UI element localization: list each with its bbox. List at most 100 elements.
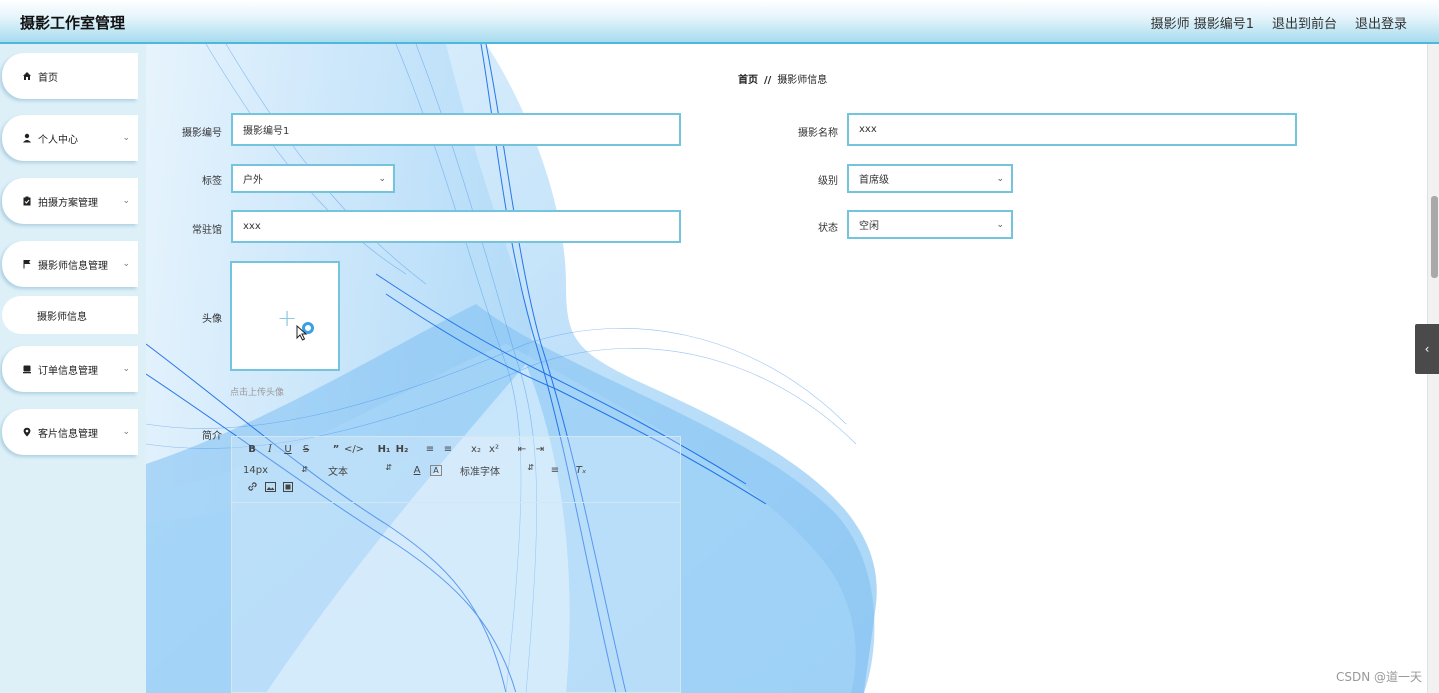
photographer-name-label: 摄影名称 — [798, 128, 838, 139]
text-type-value: 文本 — [328, 467, 348, 478]
current-user-label: 摄影师 摄影编号1 — [1150, 17, 1254, 32]
code-block-icon[interactable]: </> — [344, 444, 364, 455]
updown-arrow-icon: ⇵ — [527, 463, 534, 472]
logout-link[interactable]: 退出登录 — [1355, 13, 1407, 32]
sidebar-item-label: 拍摄方案管理 — [38, 197, 98, 209]
heading-2-icon[interactable]: H₂ — [393, 444, 411, 455]
font-size-select[interactable]: 14px ⇵ — [243, 465, 308, 476]
updown-arrow-icon: ⇵ — [301, 465, 308, 474]
blockquote-icon[interactable]: ” — [327, 444, 345, 455]
clipboard-icon — [20, 196, 34, 206]
breadcrumb-separator: // — [764, 75, 772, 86]
user-icon — [20, 133, 34, 143]
font-color-icon[interactable]: A — [408, 465, 426, 476]
bold-icon[interactable]: B — [243, 444, 261, 455]
header-actions: 摄影师 摄影编号1 退出到前台 退出登录 — [1151, 13, 1407, 32]
font-family-select[interactable]: 标准字体 ⇵ — [460, 463, 534, 478]
font-family-value: 标准字体 — [460, 467, 500, 478]
underline-icon[interactable]: U — [279, 444, 297, 455]
outdent-icon[interactable]: ⇤ — [513, 444, 531, 455]
editor-toolbar: B I U S ” </> H₁ H₂ ≡ ≡ x₂ x² ⇤ ⇥ 14px ⇵ … — [232, 437, 680, 503]
collapse-panel-button[interactable]: ‹ — [1415, 324, 1439, 374]
sidebar-item-label: 首页 — [38, 72, 58, 84]
main-content: 首页 // 摄影师信息 摄影编号 摄影编号1 摄影名称 xxx 标签 户外 ⌄ 级别… — [146, 44, 1427, 693]
photographer-no-input[interactable]: 摄影编号1 — [231, 113, 681, 146]
sidebar-item-home[interactable]: 首页 — [2, 53, 138, 99]
flag-icon — [20, 259, 34, 269]
background-color-icon[interactable]: A — [430, 465, 442, 476]
text-type-select[interactable]: 文本 ⇵ — [328, 463, 392, 478]
top-header: 摄影工作室管理 摄影师 摄影编号1 退出到前台 退出登录 — [0, 0, 1439, 44]
font-size-value: 14px — [243, 465, 268, 476]
video-icon[interactable] — [279, 481, 297, 492]
app-title: 摄影工作室管理 — [20, 14, 126, 32]
sidebar-item-personal[interactable]: 个人中心 ⌄ — [2, 115, 138, 161]
photographer-name-value: xxx — [859, 124, 877, 135]
sidebar-item-shoot-plan[interactable]: 拍摄方案管理 ⌄ — [2, 178, 138, 224]
superscript-icon[interactable]: x² — [485, 444, 503, 455]
chevron-down-icon: ⌄ — [996, 219, 1004, 230]
updown-arrow-icon: ⇵ — [385, 463, 392, 472]
tag-select[interactable]: 户外 ⌄ — [231, 164, 395, 193]
strikethrough-icon[interactable]: S — [297, 444, 315, 455]
chevron-down-icon: ⌄ — [378, 173, 386, 184]
align-icon[interactable]: ≡ — [546, 465, 564, 476]
sidebar-item-client-photos[interactable]: 客片信息管理 ⌄ — [2, 409, 138, 455]
photographer-no-value: 摄影编号1 — [243, 126, 290, 137]
tag-label: 标签 — [202, 176, 222, 187]
photographer-name-input[interactable]: xxx — [847, 113, 1297, 146]
tag-value: 户外 — [243, 175, 263, 186]
studio-label: 常驻馆 — [192, 225, 222, 236]
clear-format-icon[interactable]: Tₓ — [572, 465, 590, 476]
studio-input[interactable]: xxx — [231, 210, 681, 243]
bullet-list-icon[interactable]: ≡ — [439, 444, 457, 455]
home-icon — [20, 71, 34, 81]
chevron-down-icon: ⌄ — [996, 173, 1004, 184]
sidebar-item-label: 摄影师信息管理 — [38, 260, 108, 272]
sidebar-subitem-label: 摄影师信息 — [37, 311, 87, 323]
mouse-cursor-icon — [296, 325, 308, 341]
studio-value: xxx — [243, 221, 261, 232]
pin-icon — [20, 427, 34, 437]
link-icon[interactable] — [243, 481, 261, 492]
avatar-upload-hint: 点击上传头像 — [230, 388, 285, 398]
chevron-down-icon: ⌄ — [122, 364, 130, 374]
avatar-label: 头像 — [202, 314, 222, 325]
sidebar-item-photographer[interactable]: 摄影师信息管理 ⌄ — [2, 241, 138, 287]
order-icon — [20, 364, 34, 374]
heading-1-icon[interactable]: H₁ — [375, 444, 393, 455]
rich-text-editor[interactable]: B I U S ” </> H₁ H₂ ≡ ≡ x₂ x² ⇤ ⇥ 14px ⇵ … — [231, 436, 681, 693]
ordered-list-icon[interactable]: ≡ — [421, 444, 439, 455]
breadcrumb: 首页 // 摄影师信息 — [738, 71, 827, 86]
scrollbar-thumb[interactable] — [1431, 196, 1438, 278]
status-value: 空闲 — [859, 221, 879, 232]
status-select[interactable]: 空闲 ⌄ — [847, 210, 1013, 239]
subscript-icon[interactable]: x₂ — [467, 444, 485, 455]
level-select[interactable]: 首席级 ⌄ — [847, 164, 1013, 193]
sidebar-item-label: 个人中心 — [38, 134, 78, 146]
italic-icon[interactable]: I — [261, 444, 279, 455]
level-value: 首席级 — [859, 175, 889, 186]
chevron-down-icon: ⌄ — [122, 427, 130, 437]
status-label: 状态 — [818, 223, 838, 234]
chevron-down-icon: ⌄ — [122, 196, 130, 206]
toolbar-row-2: 14px ⇵ 文本 ⇵ A A 标准字体 ⇵ ≡ Tₓ — [243, 463, 590, 478]
toolbar-row-1: B I U S ” </> H₁ H₂ ≡ ≡ x₂ x² ⇤ ⇥ — [243, 444, 549, 455]
watermark: CSDN @道一天 — [1335, 670, 1422, 684]
intro-label: 简介 — [202, 431, 222, 442]
sidebar: 首页 个人中心 ⌄ 拍摄方案管理 ⌄ 摄影师信息管理 ⌄ 摄影师信息 订单信息管… — [0, 44, 146, 693]
sidebar-subitem-photographer-info[interactable]: 摄影师信息 — [2, 296, 138, 334]
image-icon[interactable] — [261, 481, 279, 492]
chevron-down-icon: ⌄ — [122, 259, 130, 269]
indent-icon[interactable]: ⇥ — [531, 444, 549, 455]
chevron-left-icon: ‹ — [1424, 342, 1430, 356]
plus-icon: + — [277, 304, 298, 332]
breadcrumb-home[interactable]: 首页 — [738, 75, 758, 86]
photographer-no-label: 摄影编号 — [182, 128, 222, 139]
front-page-link[interactable]: 退出到前台 — [1272, 13, 1337, 32]
sidebar-item-orders[interactable]: 订单信息管理 ⌄ — [2, 346, 138, 392]
toolbar-row-3 — [243, 481, 297, 492]
level-label: 级别 — [818, 176, 838, 187]
avatar-upload[interactable]: + — [230, 261, 340, 371]
sidebar-item-label: 订单信息管理 — [38, 365, 98, 377]
